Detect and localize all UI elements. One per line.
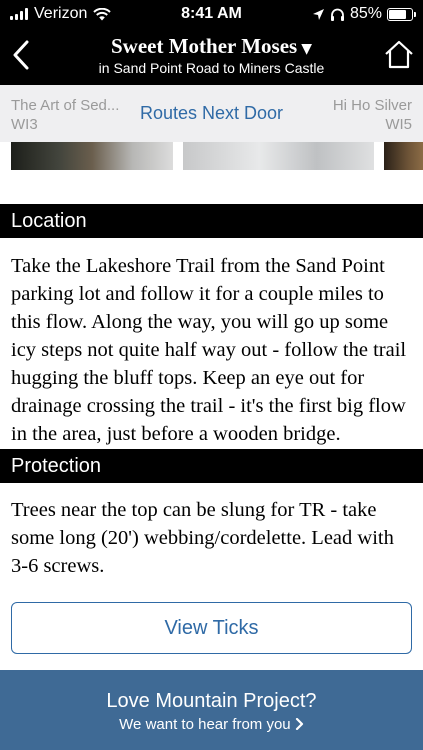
route-title-text: Sweet Mother Moses: [110, 34, 298, 58]
chevron-left-icon[interactable]: [8, 38, 34, 72]
top-bar: Verizon 8:41 AM 85% Sweet Mother Moses ▼…: [0, 0, 423, 85]
route-photo[interactable]: [384, 142, 423, 170]
status-bar: Verizon 8:41 AM 85%: [0, 0, 423, 28]
feedback-title: Love Mountain Project?: [106, 690, 317, 712]
battery-icon: [387, 7, 416, 21]
route-photo[interactable]: [183, 142, 374, 170]
route-navigator: The Art of Sed... WI3 Routes Next Door H…: [0, 85, 423, 142]
next-route-name: Hi Ho Silver: [332, 97, 412, 114]
location-arrow-icon: [312, 8, 324, 20]
photo-strip: [0, 142, 423, 170]
protection-heading: Protection: [0, 449, 423, 483]
feedback-subtitle: We want to hear from you: [119, 716, 291, 733]
route-photo[interactable]: [11, 142, 173, 170]
battery-fill: [389, 9, 406, 19]
home-icon[interactable]: [383, 38, 415, 70]
chevron-down-icon: ▼: [301, 41, 312, 57]
location-heading: Location: [0, 204, 423, 238]
headphones-icon: [330, 8, 344, 21]
chevron-right-icon: [295, 717, 303, 731]
feedback-banner[interactable]: Love Mountain Project? We want to hear f…: [0, 670, 423, 750]
route-title[interactable]: Sweet Mother Moses ▼: [60, 34, 363, 59]
next-route-link[interactable]: Hi Ho Silver WI5: [333, 96, 412, 134]
protection-text: Trees near the top can be slung for TR -…: [11, 499, 394, 577]
route-location-subtitle: in Sand Point Road to Miners Castle: [98, 60, 325, 76]
status-icons: 85%: [312, 5, 416, 23]
view-ticks-button[interactable]: View Ticks: [11, 602, 412, 654]
location-text: Take the Lakeshore Trail from the Sand P…: [11, 255, 407, 445]
feedback-link[interactable]: We want to hear from you: [0, 716, 423, 733]
next-route-grade: WI5: [385, 116, 412, 133]
battery-percent: 85%: [349, 5, 382, 22]
